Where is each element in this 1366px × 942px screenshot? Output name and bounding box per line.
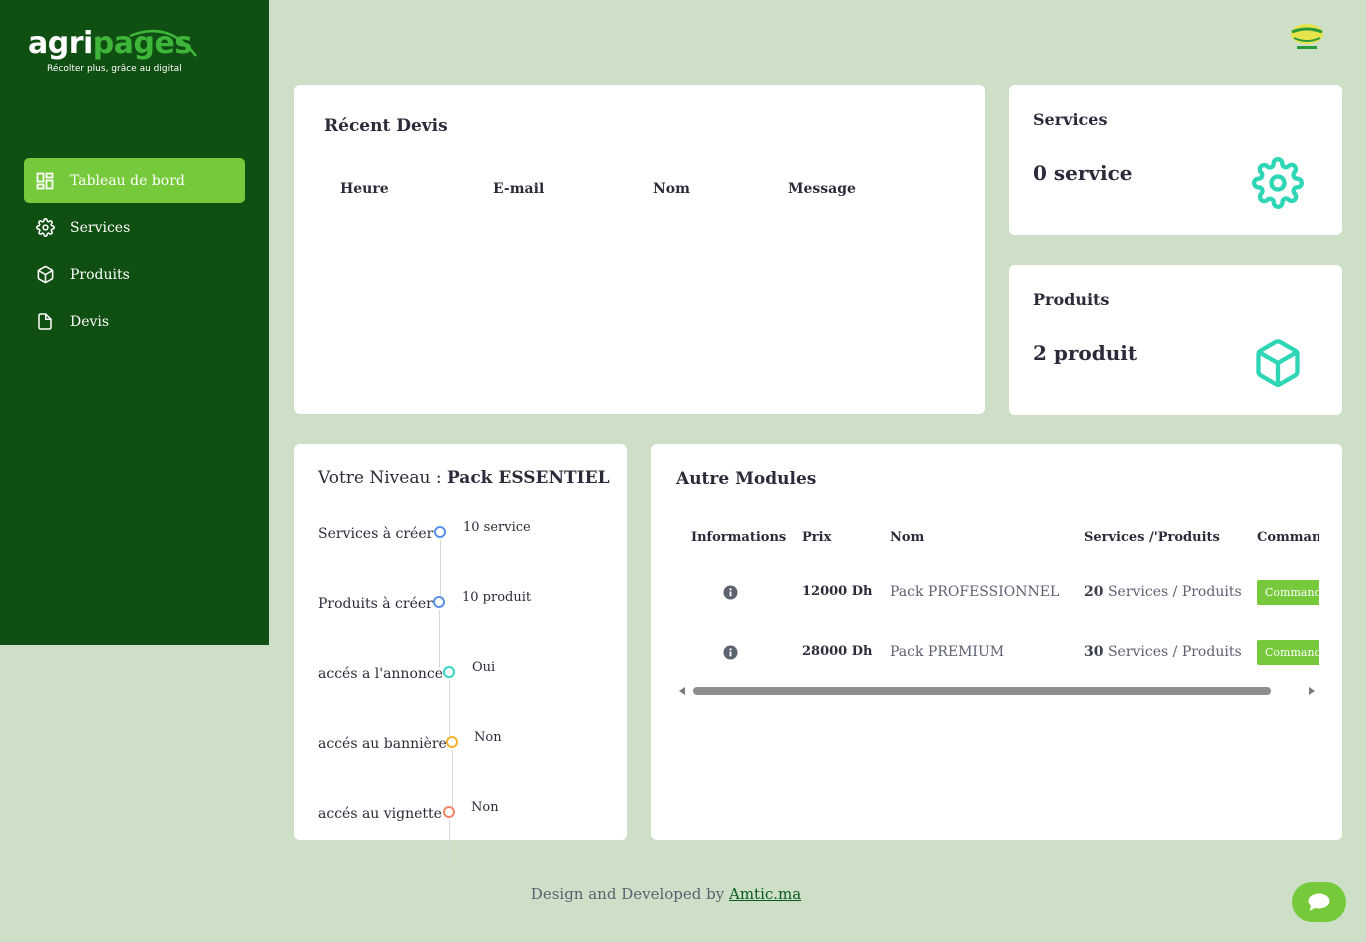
module-capacity: 20 Services / Produits xyxy=(1084,584,1242,600)
timeline-dot xyxy=(443,806,455,818)
sidebar-item-devis[interactable]: Devis xyxy=(24,299,245,344)
produits-card-title: Produits xyxy=(1033,290,1110,309)
column-header-commande: Commande xyxy=(1257,530,1319,545)
commander-button[interactable]: Commander xyxy=(1257,640,1319,665)
horizontal-scrollbar[interactable] xyxy=(676,684,1319,698)
scroll-left-icon[interactable] xyxy=(679,687,685,695)
gear-icon xyxy=(1252,157,1304,209)
column-header-informations: Informations xyxy=(691,530,787,545)
level-item-annonce: accés a l'annonce Oui xyxy=(318,660,496,682)
timeline-dot xyxy=(446,736,458,748)
brand-logo[interactable]: agripages Récolter plus, grâce au digita… xyxy=(28,26,208,82)
produits-stat-card[interactable]: Produits 2 produit xyxy=(1009,265,1342,415)
timeline-dot xyxy=(434,526,446,538)
sidebar-nav: Tableau de bord Services Produits Devis xyxy=(24,158,245,346)
sidebar: agripages Récolter plus, grâce au digita… xyxy=(0,0,269,645)
sidebar-item-label: Produits xyxy=(70,266,130,283)
logo-tagline: Récolter plus, grâce au digital xyxy=(47,64,182,74)
level-title: Votre Niveau : Pack ESSENTIEL xyxy=(318,468,610,488)
module-name: Pack PREMIUM xyxy=(890,644,1005,660)
module-capacity: 30 Services / Produits xyxy=(1084,644,1242,660)
user-avatar[interactable] xyxy=(1289,22,1325,52)
recent-devis-card: Récent Devis Heure E-mail Nom Message xyxy=(294,85,985,414)
gear-icon xyxy=(35,218,55,238)
dashboard-icon xyxy=(35,171,55,191)
box-icon xyxy=(35,265,55,285)
commander-button[interactable]: Commander xyxy=(1257,580,1319,605)
timeline-dot xyxy=(433,596,445,608)
level-card: Votre Niveau : Pack ESSENTIEL Services à… xyxy=(294,444,627,864)
box-icon xyxy=(1256,339,1300,388)
sidebar-item-produits[interactable]: Produits xyxy=(24,252,245,297)
services-count: 0 service xyxy=(1033,161,1133,185)
column-header-message: Message xyxy=(788,181,856,197)
level-item-vignette: accés au vignette Non xyxy=(318,800,499,822)
module-price: 12000 Dh xyxy=(802,584,873,599)
scroll-right-icon[interactable] xyxy=(1309,687,1315,695)
document-icon xyxy=(35,312,55,332)
sidebar-item-label: Services xyxy=(70,219,131,236)
timeline-dot xyxy=(443,666,455,678)
level-item-services: Services à créer 10 service xyxy=(318,520,531,542)
footer: Design and Developed by Amtic.ma xyxy=(530,885,802,903)
chat-button[interactable] xyxy=(1292,882,1346,922)
services-stat-card[interactable]: Services 0 service xyxy=(1009,85,1342,235)
level-pack-name: Pack ESSENTIEL xyxy=(446,468,610,488)
avatar-logo-icon xyxy=(1291,24,1323,49)
level-item-produits: Produits à créer 10 produit xyxy=(318,590,532,612)
column-header-heure: Heure xyxy=(340,181,389,197)
level-item-banniere: accés au bannière Non xyxy=(318,730,502,752)
module-name: Pack PROFESSIONNEL xyxy=(890,584,1060,600)
column-header-services-produits: Services /'Produits xyxy=(1084,530,1220,545)
sidebar-item-services[interactable]: Services xyxy=(24,205,245,250)
column-header-nom: Nom xyxy=(890,530,925,545)
column-header-email: E-mail xyxy=(493,181,545,197)
column-header-prix: Prix xyxy=(802,530,832,545)
services-card-title: Services xyxy=(1033,110,1108,129)
logo-arc-icon xyxy=(129,29,197,57)
produits-count: 2 produit xyxy=(1033,341,1138,365)
sidebar-item-label: Tableau de bord xyxy=(70,172,185,189)
modules-table[interactable]: Informations Prix Nom Services /'Produit… xyxy=(676,514,1319,704)
footer-link[interactable]: Amtic.ma xyxy=(729,885,801,903)
recent-devis-title: Récent Devis xyxy=(324,116,448,136)
modules-title: Autre Modules xyxy=(676,469,817,489)
chat-bubble-icon xyxy=(1308,893,1330,911)
column-header-nom: Nom xyxy=(653,181,690,197)
modules-card: Autre Modules Informations Prix Nom Serv… xyxy=(651,444,1342,840)
sidebar-item-tableau-de-bord[interactable]: Tableau de bord xyxy=(24,158,245,203)
module-price: 28000 Dh xyxy=(802,644,873,659)
scrollbar-thumb[interactable] xyxy=(693,687,1271,695)
info-icon[interactable] xyxy=(723,645,738,660)
sidebar-item-label: Devis xyxy=(70,313,110,330)
info-icon[interactable] xyxy=(723,585,738,600)
